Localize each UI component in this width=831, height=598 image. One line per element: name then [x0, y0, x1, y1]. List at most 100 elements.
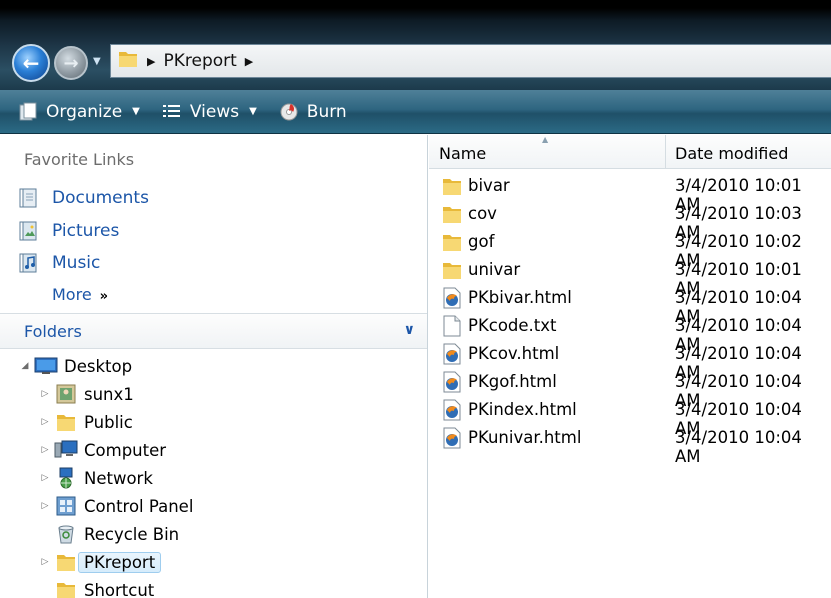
tree-item-recycle-bin[interactable]: Recycle Bin — [38, 521, 179, 547]
documents-icon — [18, 187, 40, 209]
firefox-html-file-icon — [441, 427, 463, 449]
file-row[interactable]: cov 3/4/2010 10:03 AM — [429, 200, 831, 242]
firefox-html-file-icon — [441, 399, 463, 421]
file-list-pane: Name ▲ Date modified bivar 3/4/2010 10:01… — [429, 135, 831, 598]
folder-icon — [441, 203, 463, 225]
folder-icon — [117, 48, 139, 74]
tree-label: Shortcut — [84, 580, 155, 598]
tree-item-pkreport[interactable]: ▷ PKreport — [38, 549, 162, 575]
collapsed-triangle-icon[interactable]: ▷ — [38, 445, 52, 455]
file-row[interactable]: PKindex.html 3/4/2010 10:04 AM — [429, 396, 831, 438]
burn-label: Burn — [306, 101, 347, 122]
file-name: PKgof.html — [468, 372, 557, 391]
folders-title: Folders — [24, 322, 82, 341]
arrow-left-icon: ← — [22, 51, 40, 75]
tree-label: Public — [84, 412, 133, 432]
double-chevron-icon: » — [99, 289, 109, 304]
title-bar: ← → ▼ ▶ PKreport ▶ — [0, 0, 831, 90]
chevron-down-icon: ▼ — [249, 106, 257, 117]
file-name: PKindex.html — [468, 400, 577, 419]
recent-pages-dropdown[interactable]: ▼ — [93, 56, 101, 67]
folder-icon — [54, 579, 78, 598]
collapsed-triangle-icon[interactable]: ▷ — [38, 501, 52, 511]
file-row[interactable]: PKcode.txt 3/4/2010 10:04 AM — [429, 312, 831, 354]
chevron-down-icon[interactable]: ∨ — [404, 322, 415, 338]
column-divider[interactable] — [665, 135, 666, 169]
tree-label: Computer — [84, 440, 167, 460]
breadcrumb-arrow-icon[interactable]: ▶ — [147, 55, 155, 68]
favorite-label: Pictures — [52, 221, 120, 241]
collapsed-triangle-icon[interactable]: ▷ — [38, 557, 52, 567]
address-bar[interactable]: ▶ PKreport ▶ — [110, 44, 831, 78]
firefox-html-file-icon — [441, 287, 463, 309]
tree-item-network[interactable]: ▷ Network — [38, 465, 153, 491]
file-name: univar — [468, 260, 521, 279]
tree-item-desktop[interactable]: ◢ Desktop — [18, 353, 133, 379]
file-name: PKbivar.html — [468, 288, 572, 307]
forward-button[interactable]: → — [54, 46, 88, 80]
toolbar: Organize ▼ Views ▼ Burn — [0, 90, 831, 134]
views-label: Views — [189, 101, 240, 122]
tree-label: Desktop — [64, 356, 133, 376]
back-button[interactable]: ← — [12, 44, 50, 82]
arrow-right-icon: → — [63, 52, 79, 74]
column-header-date-modified[interactable]: Date modified — [675, 144, 788, 163]
burn-disc-icon — [279, 102, 299, 122]
file-name: cov — [468, 204, 497, 223]
organize-label: Organize — [46, 101, 123, 122]
file-row[interactable]: PKunivar.html 3/4/2010 10:04 AM — [429, 424, 831, 466]
computer-icon — [54, 439, 78, 461]
file-row[interactable]: bivar 3/4/2010 10:01 AM — [429, 172, 831, 214]
more-label: More — [52, 285, 92, 304]
file-row[interactable]: gof 3/4/2010 10:02 AM — [429, 228, 831, 270]
burn-button[interactable]: Burn — [279, 102, 347, 122]
tree-item-public[interactable]: ▷ Public — [38, 409, 133, 435]
file-date-modified: 3/4/2010 10:04 AM — [675, 428, 802, 466]
file-name: bivar — [468, 176, 510, 195]
tree-item-computer[interactable]: ▷ Computer — [38, 437, 166, 463]
file-name: PKunivar.html — [468, 428, 582, 447]
folder-icon — [441, 231, 463, 253]
favorite-links-title: Favorite Links — [24, 150, 135, 169]
folder-icon — [54, 551, 78, 573]
firefox-html-file-icon — [441, 371, 463, 393]
tree-item-shortcut[interactable]: Shortcut — [38, 577, 154, 598]
chevron-down-icon: ▼ — [132, 106, 140, 117]
collapsed-triangle-icon[interactable]: ▷ — [38, 417, 52, 427]
collapsed-triangle-icon[interactable]: ▷ — [38, 389, 52, 399]
folder-icon — [441, 259, 463, 281]
views-button[interactable]: Views ▼ — [162, 102, 257, 122]
file-row[interactable]: PKgof.html 3/4/2010 10:04 AM — [429, 368, 831, 410]
file-row[interactable]: univar 3/4/2010 10:01 AM — [429, 256, 831, 298]
column-header-row: Name ▲ Date modified — [429, 135, 831, 169]
tree-label: Control Panel — [84, 496, 194, 516]
more-links-button[interactable]: More » — [52, 285, 108, 304]
tree-label: sunx1 — [84, 384, 134, 404]
tree-item-sunx1[interactable]: ▷ sunx1 — [38, 381, 134, 407]
favorite-documents[interactable]: Documents — [18, 187, 149, 209]
text-file-icon — [441, 315, 463, 337]
file-row[interactable]: PKbivar.html 3/4/2010 10:04 AM — [429, 284, 831, 326]
collapsed-triangle-icon[interactable]: ▷ — [38, 473, 52, 483]
sort-ascending-icon: ▲ — [542, 135, 549, 144]
breadcrumb-pkreport[interactable]: PKreport — [163, 51, 236, 71]
music-icon — [18, 252, 40, 274]
organize-button[interactable]: Organize ▼ — [18, 102, 140, 122]
folders-header[interactable]: Folders ∨ — [0, 313, 427, 349]
file-row[interactable]: PKcov.html 3/4/2010 10:04 AM — [429, 340, 831, 382]
tree-label: PKreport — [78, 551, 162, 573]
tree-label: Network — [84, 468, 153, 488]
column-header-name[interactable]: Name — [439, 144, 486, 163]
organize-icon — [18, 102, 38, 122]
file-name: gof — [468, 232, 495, 251]
breadcrumb-arrow-icon[interactable]: ▶ — [245, 55, 253, 68]
desktop-icon — [34, 355, 58, 377]
control-panel-icon — [54, 495, 78, 517]
views-icon — [162, 103, 182, 121]
favorite-pictures[interactable]: Pictures — [18, 220, 119, 242]
tree-item-control-panel[interactable]: ▷ Control Panel — [38, 493, 193, 519]
firefox-html-file-icon — [441, 343, 463, 365]
favorite-music[interactable]: Music — [18, 252, 100, 274]
expanded-triangle-icon[interactable]: ◢ — [18, 361, 32, 371]
file-name: PKcode.txt — [468, 316, 557, 335]
